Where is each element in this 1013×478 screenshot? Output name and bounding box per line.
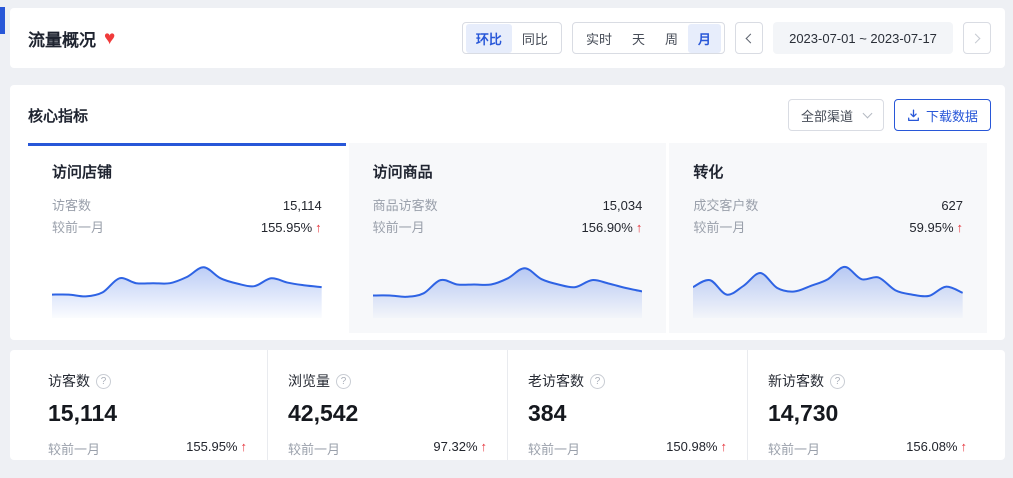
summary-compare-row: 较前一月 150.98%↑ [528,439,727,458]
summary-returning-visitors: 老访客数 ? 384 较前一月 150.98%↑ [507,350,747,460]
summary-head: 浏览量 ? [288,371,487,391]
up-arrow-icon: ↑ [721,439,728,454]
period-toggle-group: 实时 天 周 月 [572,22,725,54]
card-compare-row: 较前一月 59.95%↑ [693,217,963,239]
help-icon[interactable]: ? [830,374,845,389]
card-title: 访问店铺 [52,161,322,182]
summary-panel: 访客数 ? 15,114 较前一月 155.95%↑ 浏览量 ? 42,542 … [10,350,1005,460]
chevron-left-icon [746,33,756,43]
chevron-down-icon [863,108,873,118]
up-arrow-icon: ↑ [315,220,322,235]
up-arrow-icon: ↑ [481,439,488,454]
chevron-right-icon [971,33,981,43]
summary-head: 访客数 ? [48,371,247,391]
metric-value: 15,034 [603,195,643,217]
up-arrow-icon: ↑ [957,220,964,235]
summary-compare-row: 较前一月 155.95%↑ [48,439,247,458]
summary-visitors: 访客数 ? 15,114 较前一月 155.95%↑ [28,350,267,460]
section-title: 核心指标 [28,105,88,126]
compare-toggle-group: 环比 同比 [462,22,562,54]
summary-head: 新访客数 ? [768,371,967,391]
summary-value: 14,730 [768,400,967,427]
core-metrics-panel: 核心指标 全部渠道 下载数据 访问店铺 访客数 15,114 较前一月 1 [10,85,1005,340]
summary-compare-row: 较前一月 156.08%↑ [768,439,967,458]
help-icon[interactable]: ? [96,374,111,389]
compare-value: 156.90%↑ [582,217,643,239]
help-icon[interactable]: ? [590,374,605,389]
download-icon [907,109,920,122]
compare-value: 155.95%↑ [261,217,322,239]
next-date-button[interactable] [963,22,991,54]
page-title: 流量概况 [28,26,96,51]
card-compare-row: 较前一月 155.95%↑ [52,217,322,239]
metric-label: 访客数 [52,195,91,217]
compare-value: 150.98%↑ [666,439,727,458]
header-controls: 环比 同比 实时 天 周 月 2023-07-01 ~ 2023-07-17 [462,22,991,54]
header-panel: 流量概况 ♥ 环比 同比 实时 天 周 月 2023-07-01 ~ 2023-… [10,8,1005,68]
summary-value: 42,542 [288,400,487,427]
channel-select-value: 全部渠道 [801,106,853,125]
card-title: 转化 [693,161,963,182]
summary-label: 老访客数 [528,371,584,391]
title-wrap: 流量概况 ♥ [28,26,115,51]
summary-new-visitors: 新访客数 ? 14,730 较前一月 156.08%↑ [747,350,987,460]
card-compare-row: 较前一月 156.90%↑ [373,217,643,239]
summary-value: 15,114 [48,400,247,427]
period-realtime[interactable]: 实时 [576,24,622,53]
card-metric-row: 成交客户数 627 [693,195,963,217]
summary-value: 384 [528,400,727,427]
card-visit-shop[interactable]: 访问店铺 访客数 15,114 较前一月 155.95%↑ [28,143,346,333]
core-metrics-head: 核心指标 全部渠道 下载数据 [10,85,1005,143]
card-metric-row: 访客数 15,114 [52,195,322,217]
sparkline-chart [52,260,322,320]
metric-label: 商品访客数 [373,195,438,217]
card-visit-product[interactable]: 访问商品 商品访客数 15,034 较前一月 156.90%↑ [349,143,667,333]
help-icon[interactable]: ? [336,374,351,389]
compare-label: 较前一月 [693,217,745,239]
channel-select[interactable]: 全部渠道 [788,99,884,131]
compare-label: 较前一月 [48,439,100,458]
up-arrow-icon: ↑ [961,439,968,454]
summary-pageviews: 浏览量 ? 42,542 较前一月 97.32%↑ [267,350,507,460]
metric-value: 15,114 [283,195,322,217]
compare-label: 较前一月 [528,439,580,458]
prev-date-button[interactable] [735,22,763,54]
toggle-tongbi[interactable]: 同比 [512,24,558,53]
compare-label: 较前一月 [373,217,425,239]
download-label: 下载数据 [926,106,978,125]
period-day[interactable]: 天 [622,24,655,53]
metric-label: 成交客户数 [693,195,758,217]
card-conversion[interactable]: 转化 成交客户数 627 较前一月 59.95%↑ [669,143,987,333]
metric-cards: 访问店铺 访客数 15,114 较前一月 155.95%↑ 访问商品 商品访客数… [28,143,987,333]
compare-value: 155.95%↑ [186,439,247,458]
period-week[interactable]: 周 [655,24,688,53]
toggle-huanbi[interactable]: 环比 [466,24,512,53]
left-edge-accent [0,7,5,34]
sparkline-chart [693,260,963,320]
core-head-controls: 全部渠道 下载数据 [788,99,991,131]
summary-label: 新访客数 [768,371,824,391]
period-month[interactable]: 月 [688,24,721,53]
summary-head: 老访客数 ? [528,371,727,391]
compare-label: 较前一月 [52,217,104,239]
compare-value: 156.08%↑ [906,439,967,458]
compare-value: 59.95%↑ [909,217,963,239]
card-title: 访问商品 [373,161,643,182]
summary-label: 访客数 [48,371,90,391]
compare-label: 较前一月 [288,439,340,458]
compare-value: 97.32%↑ [433,439,487,458]
download-data-button[interactable]: 下载数据 [894,99,991,131]
up-arrow-icon: ↑ [241,439,248,454]
up-arrow-icon: ↑ [636,220,643,235]
date-range-display[interactable]: 2023-07-01 ~ 2023-07-17 [773,22,953,54]
summary-compare-row: 较前一月 97.32%↑ [288,439,487,458]
card-metric-row: 商品访客数 15,034 [373,195,643,217]
summary-label: 浏览量 [288,371,330,391]
sparkline-chart [373,260,643,320]
favorite-heart-icon[interactable]: ♥ [104,29,115,48]
metric-value: 627 [941,195,963,217]
compare-label: 较前一月 [768,439,820,458]
